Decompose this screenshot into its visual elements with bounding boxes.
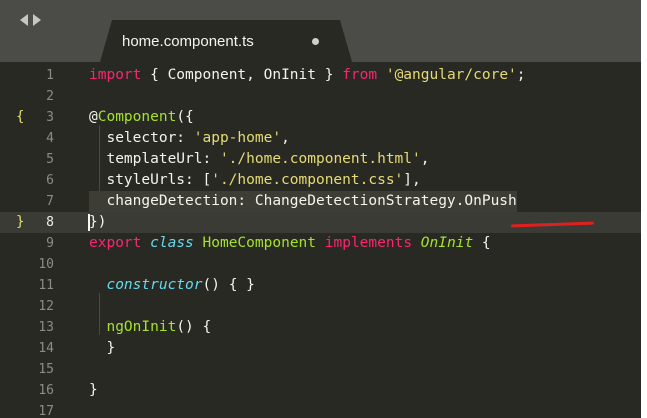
code-line[interactable]: 15 bbox=[0, 359, 641, 380]
code-token: ; bbox=[516, 67, 526, 83]
code-line[interactable]: 12 bbox=[0, 296, 641, 317]
line-number: 15 bbox=[38, 362, 54, 377]
code-token: ngOnInit bbox=[106, 319, 177, 335]
code-token: 'app-home' bbox=[193, 130, 282, 146]
code-token: '@angular/core' bbox=[385, 67, 517, 83]
code-token: () { } bbox=[202, 277, 255, 293]
code-text: }) bbox=[89, 212, 106, 233]
code-line[interactable]: 2 bbox=[0, 86, 641, 107]
code-text: changeDetection: ChangeDetectionStrategy… bbox=[89, 191, 517, 212]
line-number: 8 bbox=[46, 215, 54, 230]
code-line[interactable]: 16} bbox=[0, 380, 641, 401]
code-token: { bbox=[473, 235, 491, 251]
code-token: constructor bbox=[106, 277, 203, 293]
unsaved-dot-icon[interactable] bbox=[312, 38, 319, 45]
code-token: class bbox=[150, 235, 194, 251]
code-token: , bbox=[281, 130, 290, 146]
tab-filename: home.component.ts bbox=[122, 33, 254, 50]
code-token: import bbox=[89, 67, 142, 83]
text-cursor bbox=[88, 214, 90, 231]
code-text: constructor() { } bbox=[89, 275, 255, 296]
code-line[interactable]: 13 ngOnInit() { bbox=[0, 317, 641, 338]
code-line[interactable]: 5 templateUrl: './home.component.html', bbox=[0, 149, 641, 170]
code-token: HomeComponent bbox=[202, 235, 317, 251]
code-token: } bbox=[89, 382, 98, 398]
line-number: 9 bbox=[46, 236, 54, 251]
code-token: { Component, OnInit } bbox=[141, 67, 343, 83]
line-number: 2 bbox=[46, 89, 54, 104]
line-number: 5 bbox=[46, 152, 54, 167]
code-token: styleUrls: [ bbox=[89, 172, 212, 188]
code-line[interactable]: 6 styleUrls: ['./home.component.css'], bbox=[0, 170, 641, 191]
code-token: OnInit bbox=[420, 235, 474, 251]
code-text: styleUrls: ['./home.component.css'], bbox=[89, 170, 421, 191]
nav-back-icon[interactable] bbox=[20, 14, 28, 26]
line-number: 3 bbox=[46, 110, 54, 125]
code-token: './home.component.html' bbox=[219, 151, 421, 167]
code-line[interactable]: 7 changeDetection: ChangeDetectionStrate… bbox=[0, 191, 641, 212]
code-token: selector: bbox=[89, 130, 194, 146]
nav-forward-icon[interactable] bbox=[33, 14, 41, 26]
line-number: 7 bbox=[46, 194, 54, 209]
code-token: }) bbox=[89, 214, 107, 230]
editor-window: home.component.ts 1 import { Component, O… bbox=[0, 0, 641, 418]
line-number: 11 bbox=[38, 278, 54, 293]
code-line[interactable]: 1 import { Component, OnInit } from '@ang… bbox=[0, 65, 641, 86]
code-text: templateUrl: './home.component.html', bbox=[89, 149, 429, 170]
line-number: 1 bbox=[46, 68, 54, 83]
code-token: } bbox=[89, 340, 116, 356]
title-bar: home.component.ts bbox=[0, 0, 641, 62]
code-text: export class HomeComponent implements On… bbox=[89, 233, 491, 254]
line-number: 14 bbox=[38, 341, 54, 356]
code-token: changeDetection: ChangeDetectionStrategy… bbox=[89, 193, 517, 209]
code-text: selector: 'app-home', bbox=[89, 128, 290, 149]
code-text: } bbox=[89, 338, 115, 359]
line-number: 6 bbox=[46, 173, 54, 188]
line-number: 13 bbox=[38, 320, 54, 335]
code-text: ngOnInit() { bbox=[89, 317, 211, 338]
code-line[interactable]: 11 constructor() { } bbox=[0, 275, 641, 296]
code-token: ], bbox=[403, 172, 421, 188]
file-tab[interactable]: home.component.ts bbox=[100, 20, 352, 62]
line-number: 12 bbox=[38, 299, 54, 314]
code-token: ({ bbox=[176, 109, 194, 125]
line-number: 17 bbox=[38, 404, 54, 418]
code-line[interactable]: 14 } bbox=[0, 338, 641, 359]
code-token: @ bbox=[89, 109, 98, 125]
code-token: implements bbox=[324, 235, 413, 251]
code-token: () { bbox=[176, 319, 212, 335]
code-line[interactable]: {3 @Component({ bbox=[0, 107, 641, 128]
code-token: from bbox=[342, 67, 378, 83]
code-text: @Component({ bbox=[89, 107, 194, 128]
code-token: './home.component.css' bbox=[211, 172, 404, 188]
line-number: 16 bbox=[38, 383, 54, 398]
line-number: 10 bbox=[38, 257, 54, 272]
code-text: import { Component, OnInit } from '@angu… bbox=[89, 65, 526, 86]
code-token: , bbox=[420, 151, 430, 167]
code-line[interactable]: 4 selector: 'app-home', bbox=[0, 128, 641, 149]
line-number: 4 bbox=[46, 131, 54, 146]
code-editor[interactable]: 1 import { Component, OnInit } from '@ang… bbox=[0, 62, 641, 418]
code-token: export bbox=[89, 235, 142, 251]
code-line[interactable]: 17 bbox=[0, 401, 641, 418]
code-line[interactable]: 10 bbox=[0, 254, 641, 275]
code-text: } bbox=[89, 380, 98, 401]
code-token: templateUrl: bbox=[89, 151, 220, 167]
code-token: Component bbox=[97, 109, 177, 125]
code-line[interactable]: 9 export class HomeComponent implements O… bbox=[0, 233, 641, 254]
